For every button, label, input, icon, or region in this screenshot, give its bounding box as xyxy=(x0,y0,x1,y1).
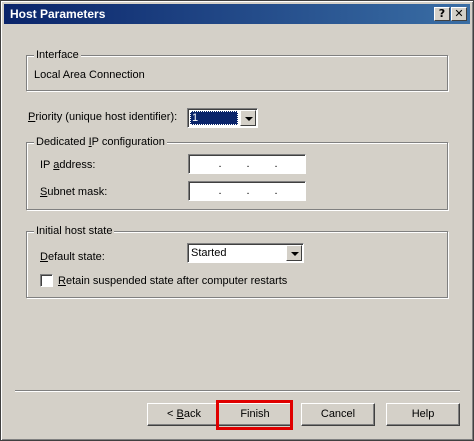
chevron-down-icon[interactable] xyxy=(286,245,302,261)
back-button[interactable]: < Back xyxy=(147,403,221,426)
default-label-accel: D xyxy=(40,251,48,263)
host-parameters-dialog: Host Parameters ? ✕ Interface Local Area… xyxy=(0,0,474,441)
back-label-post: ack xyxy=(183,408,201,420)
priority-selected-value: 1 xyxy=(190,111,238,125)
ip-dot: . xyxy=(246,158,250,170)
dedicated-ip-legend-post: P configuration xyxy=(91,136,165,148)
subnet-label-post: ubnet mask: xyxy=(47,186,108,198)
chevron-down-icon[interactable] xyxy=(240,110,256,126)
help-title-button[interactable]: ? xyxy=(434,7,450,21)
default-state-label: Default state: xyxy=(40,251,105,263)
retain-label-accel: R xyxy=(58,275,66,287)
subnet-mask-field[interactable]: . . . xyxy=(188,181,306,201)
default-label-post: efault state: xyxy=(47,251,105,263)
dedicated-ip-legend: Dedicated IP configuration xyxy=(34,136,167,149)
help-button[interactable]: Help xyxy=(386,403,460,426)
title-bar[interactable]: Host Parameters ? ✕ xyxy=(4,4,470,24)
priority-label-rest: riority (unique host identifier): xyxy=(35,111,178,123)
interface-legend: Interface xyxy=(34,49,81,62)
interface-group: Interface Local Area Connection xyxy=(26,49,448,91)
ip-address-label: IP address: xyxy=(40,159,95,171)
priority-dropdown[interactable]: 1 xyxy=(187,108,258,128)
default-state-value: Started xyxy=(191,247,227,259)
back-label-accel: B xyxy=(176,408,184,420)
retain-label-post: etain suspended state after computer res… xyxy=(65,275,288,287)
ip-label-pre: IP xyxy=(40,159,54,171)
dedicated-ip-legend-pre: Dedicated xyxy=(36,136,89,148)
window-title: Host Parameters xyxy=(10,7,106,21)
cancel-button[interactable]: Cancel xyxy=(301,403,375,426)
subnet-dot: . xyxy=(274,185,278,197)
subnet-dot: . xyxy=(218,185,222,197)
interface-value: Local Area Connection xyxy=(34,69,145,81)
close-icon[interactable]: ✕ xyxy=(451,7,467,21)
retain-state-label[interactable]: Retain suspended state after computer re… xyxy=(58,275,287,287)
back-label-pre: < xyxy=(167,408,177,420)
initial-state-legend: Initial host state xyxy=(34,225,115,238)
subnet-dot: . xyxy=(246,185,250,197)
finish-highlight-box xyxy=(216,400,293,430)
button-separator xyxy=(15,390,460,392)
priority-label: Priority (unique host identifier): xyxy=(28,111,177,123)
ip-address-field[interactable]: . . . xyxy=(188,154,306,174)
default-state-dropdown[interactable]: Started xyxy=(187,243,304,263)
ip-dot: . xyxy=(274,158,278,170)
ip-dot: . xyxy=(218,158,222,170)
retain-state-checkbox[interactable] xyxy=(40,274,53,287)
ip-label-post: ddress: xyxy=(59,159,96,171)
initial-state-group: Initial host state Default state: Retain… xyxy=(26,225,448,298)
subnet-mask-label: Subnet mask: xyxy=(40,186,107,198)
